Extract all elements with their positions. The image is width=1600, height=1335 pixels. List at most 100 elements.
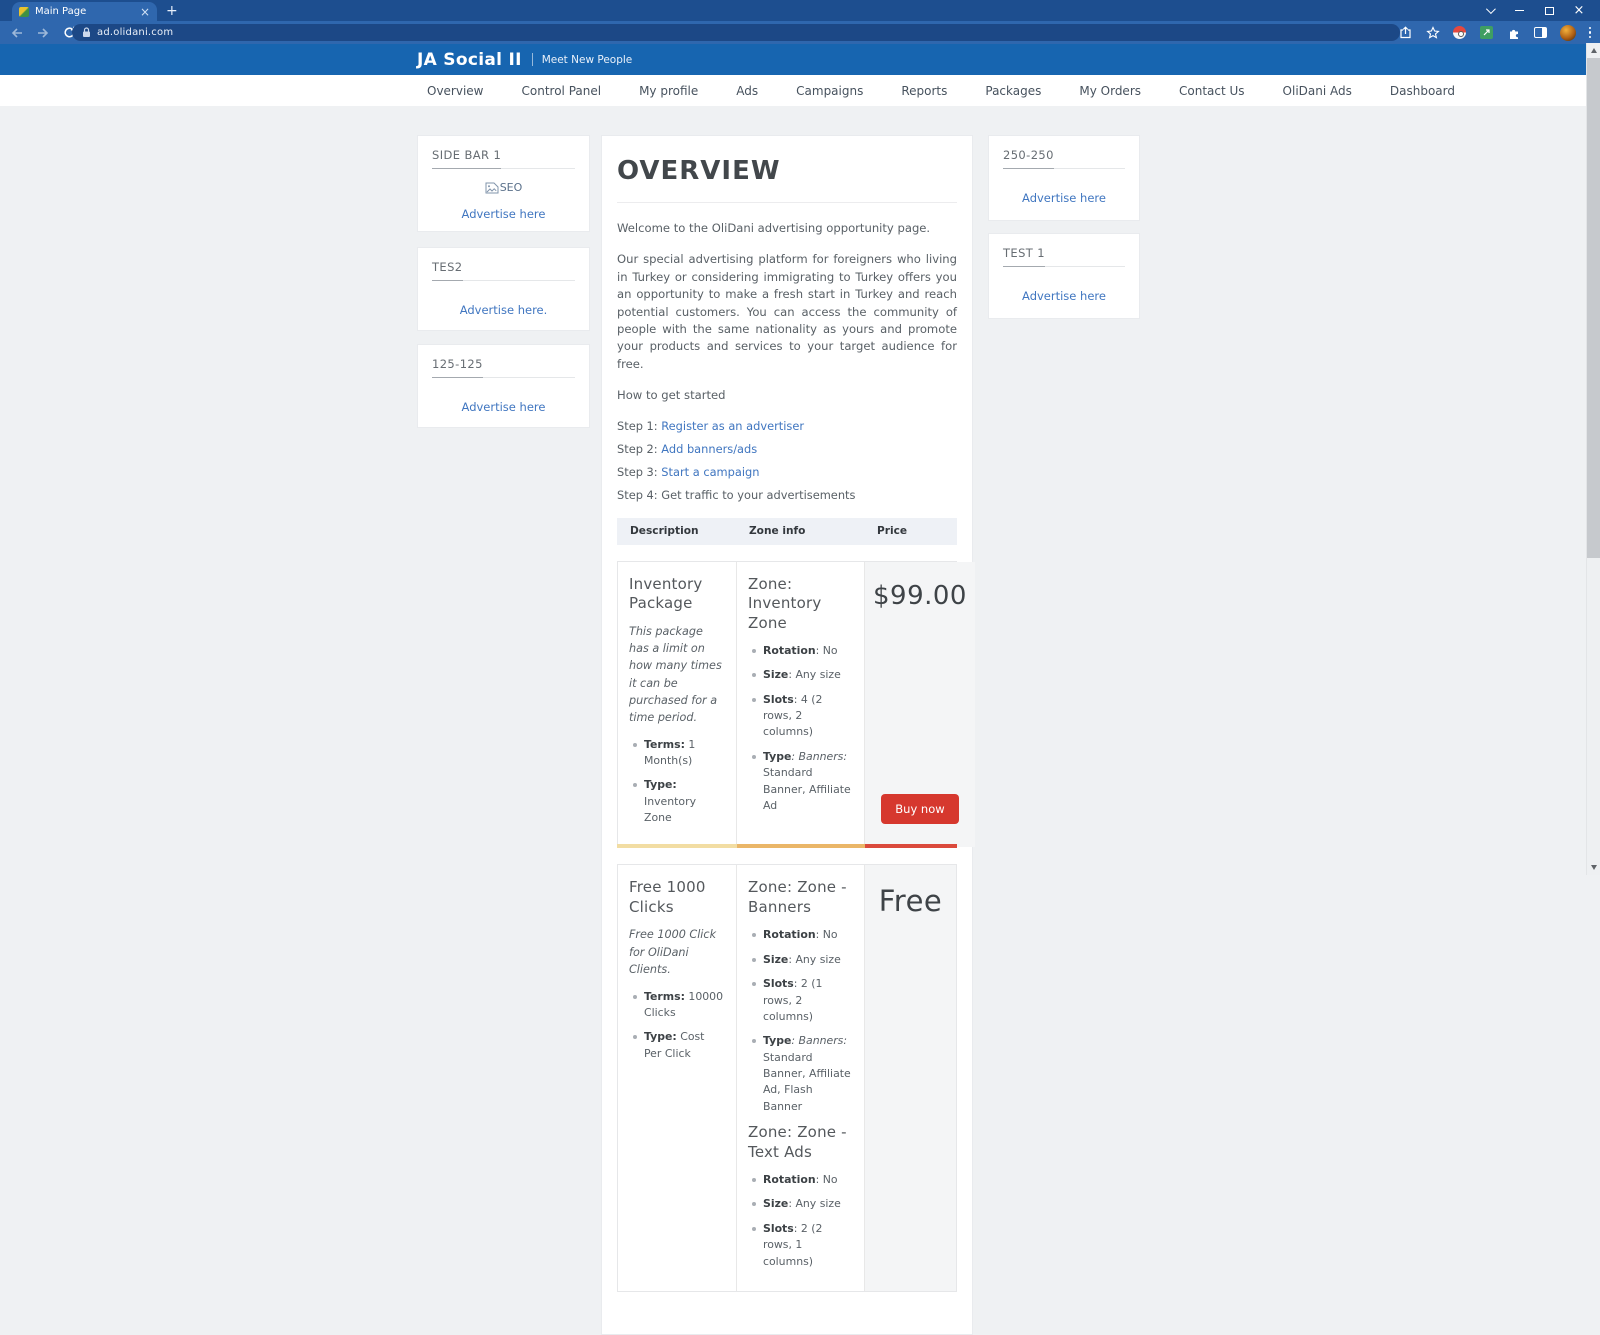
- address-bar[interactable]: ad.olidani.com: [72, 24, 1400, 41]
- bookmark-star-icon[interactable]: [1422, 23, 1444, 43]
- lock-icon: [83, 27, 90, 37]
- tab-title: Main Page: [35, 6, 87, 17]
- advertise-here-link[interactable]: Advertise here: [462, 207, 546, 221]
- side-panel-icon[interactable]: [1530, 23, 1552, 43]
- package-terms: Terms: 1 Month(s): [633, 737, 725, 770]
- screen: Main Page × + × ad.olidani.com JA Social…: [0, 0, 1600, 1335]
- sidebar-card-title: TEST 1: [1003, 246, 1125, 267]
- nav-item-contact-us[interactable]: Contact Us: [1160, 84, 1264, 98]
- nav-item-campaigns[interactable]: Campaigns: [777, 84, 882, 98]
- intro-paragraph: Welcome to the OliDani advertising oppor…: [617, 221, 931, 235]
- nav-item-my-profile[interactable]: My profile: [620, 84, 717, 98]
- sidebar-card-title: TES2: [432, 260, 575, 281]
- broken-ad-image: SEO: [432, 181, 575, 194]
- register-advertiser-link[interactable]: Register as an advertiser: [661, 419, 804, 433]
- package-note: Free 1000 Click for OliDani Clients.: [629, 928, 717, 977]
- sidebar-card-title: SIDE BAR 1: [432, 148, 575, 169]
- page-scrollbar[interactable]: [1586, 43, 1600, 875]
- package-price-cell: $99.00 Buy now: [865, 561, 975, 848]
- nav-item-overview[interactable]: Overview: [417, 84, 503, 98]
- share-icon[interactable]: [1395, 23, 1417, 43]
- package-name: Free 1000 Clicks: [629, 878, 706, 916]
- package-type: Type: Inventory Zone: [633, 777, 725, 826]
- package-row-inventory: Inventory Package This package has a lim…: [617, 560, 975, 849]
- maximize-button[interactable]: [1534, 0, 1564, 21]
- page-title: OVERVIEW: [617, 156, 781, 186]
- site-brand[interactable]: JA Social II: [417, 50, 522, 70]
- package-description-cell: Free 1000 Clicks Free 1000 Click for Oli…: [618, 865, 737, 1291]
- title-divider: [617, 202, 957, 203]
- package-type: Type: Cost Per Click: [633, 1029, 725, 1062]
- nav-item-control-panel[interactable]: Control Panel: [503, 84, 621, 98]
- package-note: This package has a limit on how many tim…: [629, 624, 722, 725]
- nav-item-my-orders[interactable]: My Orders: [1060, 84, 1160, 98]
- zone-size: Size: Any size: [752, 1196, 853, 1212]
- package-price: Free: [878, 884, 943, 919]
- tab-search-icon[interactable]: [1474, 0, 1504, 21]
- sidebar-card-title: 125-125: [432, 357, 575, 378]
- tab-favicon-icon: [19, 6, 29, 17]
- advertise-here-link[interactable]: Advertise here.: [460, 303, 548, 317]
- zone-rotation: Rotation: No: [752, 1172, 853, 1188]
- zone-slots: Slots: 4 (2 rows, 2 columns): [752, 692, 853, 741]
- tab-close-icon[interactable]: ×: [140, 6, 150, 18]
- package-table-header: Description Zone info Price: [617, 517, 957, 545]
- url-text: ad.olidani.com: [97, 27, 174, 38]
- scrollbar-down-icon[interactable]: [1591, 865, 1597, 870]
- broken-image-icon: [485, 182, 499, 193]
- advertise-here-link[interactable]: Advertise here: [462, 400, 546, 414]
- start-campaign-link[interactable]: Start a campaign: [661, 465, 759, 479]
- zone-type: Type: Banners: Standard Banner, Affiliat…: [752, 749, 853, 814]
- col-header-zone-info: Zone info: [749, 525, 806, 538]
- add-banners-link[interactable]: Add banners/ads: [661, 442, 757, 456]
- buy-now-button[interactable]: Buy now: [881, 794, 959, 825]
- package-zone-cell: Zone: Zone - Banners Rotation: No Size: …: [737, 865, 865, 1291]
- scrollbar-thumb[interactable]: [1587, 58, 1600, 558]
- col-header-price: Price: [877, 525, 908, 538]
- back-icon[interactable]: [6, 23, 28, 43]
- new-tab-button[interactable]: +: [166, 4, 178, 18]
- browser-menu-icon[interactable]: [1584, 26, 1597, 39]
- step-4: Step 4: Get traffic to your advertisemen…: [617, 487, 856, 502]
- sidebar-card-test-1: TEST 1 Advertise here: [988, 233, 1140, 319]
- minimize-button[interactable]: [1504, 0, 1534, 21]
- row-accent-stripes: [617, 844, 957, 849]
- zone-slots: Slots: 2 (1 rows, 2 columns): [752, 976, 853, 1025]
- broken-image-alt-text: SEO: [499, 181, 523, 194]
- advertise-here-link[interactable]: Advertise here: [1022, 289, 1106, 303]
- extensions-puzzle-icon[interactable]: [1503, 23, 1525, 43]
- site-header: JA Social II Meet New People: [0, 44, 1586, 75]
- zone-size: Size: Any size: [752, 952, 853, 968]
- window-controls: ×: [1474, 0, 1594, 21]
- nav-item-olidani-ads[interactable]: OliDani Ads: [1264, 84, 1371, 98]
- browser-titlebar: Main Page × + ×: [0, 0, 1600, 21]
- package-zone-cell: Zone: Inventory Zone Rotation: No Size: …: [737, 561, 865, 848]
- close-button[interactable]: ×: [1564, 0, 1594, 21]
- package-name: Inventory Package: [629, 574, 703, 613]
- col-header-description: Description: [630, 525, 699, 538]
- profile-avatar[interactable]: [1557, 23, 1579, 43]
- browser-tab[interactable]: Main Page ×: [12, 2, 157, 21]
- zone-title-2: Zone: Zone - Text Ads: [748, 1123, 847, 1161]
- brand-divider: [531, 53, 533, 66]
- nav-item-dashboard[interactable]: Dashboard: [1371, 84, 1474, 98]
- scrollbar-up-icon[interactable]: [1591, 48, 1597, 53]
- nav-item-reports[interactable]: Reports: [882, 84, 966, 98]
- advertise-here-link[interactable]: Advertise here: [1022, 191, 1106, 205]
- sidebar-card-title: 250-250: [1003, 148, 1125, 169]
- sidebar-card-side-bar-1: SIDE BAR 1 SEO Advertise here: [417, 135, 590, 232]
- zone-title: Zone: Zone - Banners: [748, 878, 847, 916]
- nav-item-packages[interactable]: Packages: [966, 84, 1060, 98]
- body-paragraph: Our special advertising platform for for…: [617, 252, 957, 371]
- package-description-cell: Inventory Package This package has a lim…: [618, 561, 737, 848]
- forward-icon[interactable]: [32, 23, 54, 43]
- nav-item-ads[interactable]: Ads: [717, 84, 777, 98]
- main-overview-card: OVERVIEW Welcome to the OliDani advertis…: [601, 135, 975, 1335]
- browser-toolbar: ad.olidani.com: [0, 21, 1600, 44]
- package-terms: Terms: 10000 Clicks: [633, 989, 725, 1022]
- zone-rotation: Rotation: No: [752, 927, 853, 943]
- site-tagline: Meet New People: [541, 53, 633, 66]
- extension-pokeball-icon[interactable]: [1449, 23, 1471, 43]
- extension-sheets-icon[interactable]: [1476, 23, 1498, 43]
- how-to-heading: How to get started: [617, 388, 726, 403]
